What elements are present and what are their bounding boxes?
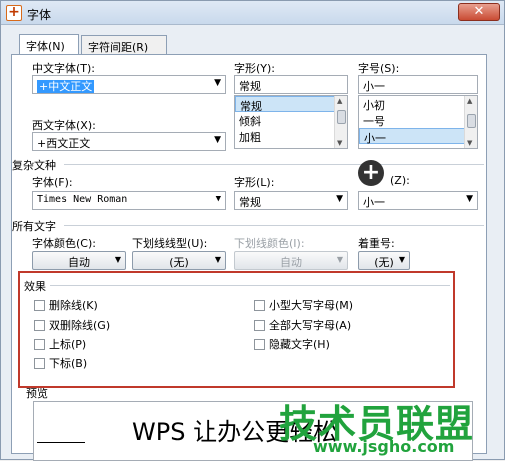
chevron-down-icon[interactable]: ▼ <box>336 194 343 204</box>
watermark-url: www.jsgho.com <box>313 437 455 456</box>
tab-char-spacing[interactable]: 字符间距(R) <box>81 35 167 54</box>
font-color-button[interactable]: 自动 ▼ <box>32 251 126 270</box>
underline-style-label: 下划线线型(U): <box>132 237 208 250</box>
font-dialog: + 字体 ✕ 字体(N) 字符间距(R) 中文字体(T): +中文正文 ▼ 字形… <box>0 0 505 461</box>
tab-font[interactable]: 字体(N) <box>19 34 79 55</box>
list-item[interactable]: 加粗 <box>235 128 347 144</box>
chinese-font-combo[interactable]: +中文正文 ▼ <box>32 75 226 94</box>
list-item[interactable]: 小初 <box>359 96 477 112</box>
scroll-thumb[interactable] <box>337 110 346 124</box>
checkbox-label: 下标(B) <box>49 357 88 370</box>
font-color-label: 字体颜色(C): <box>32 237 96 250</box>
all-text-section-title: 所有文字 <box>12 220 56 233</box>
chevron-down-icon[interactable]: ▼ <box>214 78 221 88</box>
close-button[interactable]: ✕ <box>458 3 500 21</box>
complex-size-value: 小一 <box>363 196 385 209</box>
checkbox-box[interactable] <box>34 320 45 331</box>
chevron-down-icon[interactable]: ▼ <box>215 255 221 264</box>
complex-section-title: 复杂文种 <box>12 159 56 172</box>
size-input[interactable]: 小一 <box>358 75 478 94</box>
chevron-down-icon: ▼ <box>336 255 343 264</box>
effects-section-title: 效果 <box>24 280 46 293</box>
style-label: 字形(Y): <box>234 62 276 75</box>
scroll-up-icon[interactable]: ▲ <box>467 97 472 105</box>
scroll-thumb[interactable] <box>467 114 476 128</box>
app-icon: + <box>6 5 22 21</box>
western-font-label: 西文字体(X): <box>32 119 96 132</box>
checkbox-label: 隐藏文字(H) <box>269 338 330 351</box>
chevron-down-icon[interactable]: ▼ <box>466 194 473 204</box>
style-input[interactable]: 常规 <box>234 75 348 94</box>
underline-color-value: 自动 <box>280 256 302 269</box>
size-label: 字号(S): <box>358 62 400 75</box>
western-font-combo[interactable]: +西文正文 ▼ <box>32 132 226 151</box>
checkbox-box[interactable] <box>254 320 265 331</box>
underline-style-value: (无) <box>169 256 189 269</box>
all-caps-checkbox[interactable]: 全部大写字母(A) <box>254 317 351 333</box>
complex-font-label: 字体(F): <box>32 176 73 189</box>
hidden-text-checkbox[interactable]: 隐藏文字(H) <box>254 336 330 352</box>
complex-size-combo[interactable]: 小一 ▼ <box>358 191 478 210</box>
complex-font-combo[interactable]: Times New Roman ▼ <box>32 191 226 210</box>
size-list[interactable]: 小初 一号 小一 ▲ ▼ <box>358 95 478 149</box>
small-caps-checkbox[interactable]: 小型大写字母(M) <box>254 297 353 313</box>
complex-style-label: 字形(L): <box>234 176 275 189</box>
list-item[interactable]: 常规 <box>235 96 347 113</box>
size-input-value: 小一 <box>363 80 385 93</box>
preview-baseline <box>37 442 85 443</box>
dialog-title: 字体 <box>27 8 52 22</box>
checkbox-box[interactable] <box>254 300 265 311</box>
complex-style-value: 常规 <box>239 196 261 209</box>
superscript-checkbox[interactable]: 上标(P) <box>34 336 86 352</box>
scroll-down-icon[interactable]: ▼ <box>337 139 342 147</box>
title-bar: + 字体 ✕ <box>1 1 504 25</box>
complex-font-value: Times New Roman <box>37 194 128 205</box>
scrollbar[interactable]: ▲ ▼ <box>464 96 477 148</box>
emphasis-button[interactable]: (无) ▼ <box>358 251 410 270</box>
effects-group: 效果 删除线(K) 双删除线(G) 上标(P) 下标(B) 小型大写字母(M) … <box>18 271 455 388</box>
underline-color-button: 自动 ▼ <box>234 251 348 270</box>
double-strikethrough-checkbox[interactable]: 双删除线(G) <box>34 317 110 333</box>
subscript-checkbox[interactable]: 下标(B) <box>34 355 87 371</box>
font-color-value: 自动 <box>68 256 90 269</box>
checkbox-label: 双删除线(G) <box>49 319 111 332</box>
divider <box>50 285 450 286</box>
checkbox-label: 删除线(K) <box>49 299 98 312</box>
list-item[interactable]: 小一 <box>359 128 477 145</box>
divider <box>64 164 484 165</box>
complex-size-label: (Z): <box>390 174 410 187</box>
divider <box>64 225 484 226</box>
checkbox-label: 上标(P) <box>49 338 87 351</box>
chinese-font-label: 中文字体(T): <box>32 62 96 75</box>
scroll-up-icon[interactable]: ▲ <box>337 97 342 105</box>
underline-style-button[interactable]: (无) ▼ <box>132 251 226 270</box>
complex-style-combo[interactable]: 常规 ▼ <box>234 191 348 210</box>
scrollbar[interactable]: ▲ ▼ <box>334 96 347 148</box>
chevron-down-icon[interactable]: ▼ <box>115 255 121 264</box>
western-font-value: +西文正文 <box>37 137 91 150</box>
list-item[interactable]: 一号 <box>359 112 477 128</box>
emphasis-label: 着重号: <box>358 237 395 250</box>
checkbox-box[interactable] <box>34 300 45 311</box>
style-list[interactable]: 常规 倾斜 加粗 ▲ ▼ <box>234 95 348 149</box>
scroll-down-icon[interactable]: ▼ <box>467 139 472 147</box>
list-item[interactable]: 倾斜 <box>235 112 347 128</box>
checkbox-box[interactable] <box>254 339 265 350</box>
strikethrough-checkbox[interactable]: 删除线(K) <box>34 297 98 313</box>
checkbox-box[interactable] <box>34 358 45 369</box>
underline-color-label: 下划线颜色(I): <box>234 237 305 250</box>
chevron-down-icon[interactable]: ▼ <box>399 255 405 264</box>
style-input-value: 常规 <box>239 80 261 93</box>
checkbox-label: 小型大写字母(M) <box>269 299 354 312</box>
checkbox-label: 全部大写字母(A) <box>269 319 352 332</box>
chinese-font-value: +中文正文 <box>37 80 95 93</box>
checkbox-box[interactable] <box>34 339 45 350</box>
plus-cursor-icon: + <box>358 160 384 186</box>
emphasis-value: (无) <box>374 256 394 269</box>
chevron-down-icon[interactable]: ▼ <box>216 194 221 204</box>
chevron-down-icon[interactable]: ▼ <box>214 135 221 145</box>
